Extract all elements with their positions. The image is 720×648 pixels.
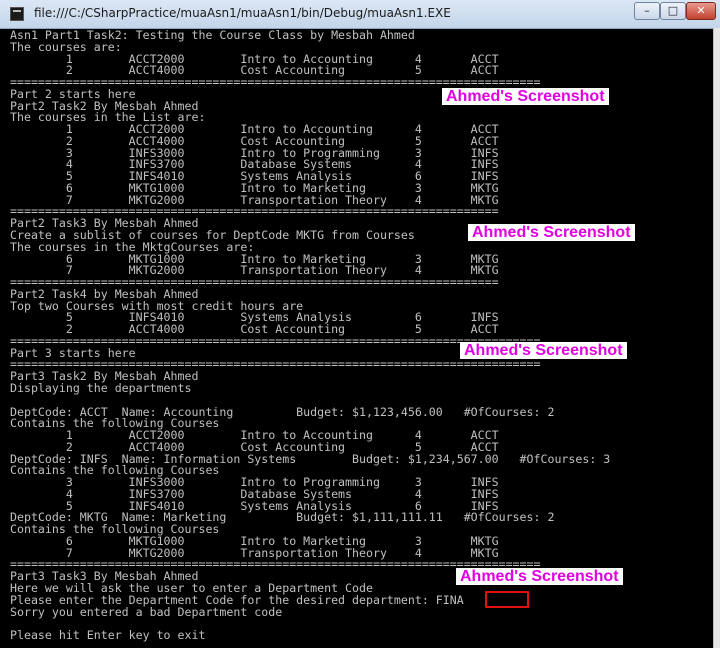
window-title: file:///C:/CSharpPractice/muaAsn1/muaAsn… [34, 6, 451, 20]
console-line: Please hit Enter key to exit [10, 628, 206, 643]
watermark-label: Ahmed's Screenshot [460, 342, 627, 359]
console-window: file:///C:/CSharpPractice/muaAsn1/muaAsn… [0, 0, 720, 648]
vertical-scrollbar[interactable] [713, 28, 720, 648]
entered-code-highlight [485, 591, 529, 608]
minimize-button[interactable]: – [634, 2, 660, 20]
console-line: Displaying the departments [10, 380, 192, 395]
maximize-button[interactable]: □ [660, 2, 686, 20]
close-button[interactable]: ✕ [686, 2, 716, 20]
console-app-icon [10, 7, 24, 21]
watermark-label: Ahmed's Screenshot [468, 224, 635, 241]
watermark-label: Ahmed's Screenshot [456, 568, 623, 585]
watermark-label: Ahmed's Screenshot [442, 88, 609, 105]
console-output[interactable]: Asn1 Part1 Task2: Testing the Course Cla… [10, 30, 712, 646]
console-line: Sorry you entered a bad Department code [10, 604, 283, 619]
title-bar[interactable]: file:///C:/CSharpPractice/muaAsn1/muaAsn… [0, 0, 720, 29]
